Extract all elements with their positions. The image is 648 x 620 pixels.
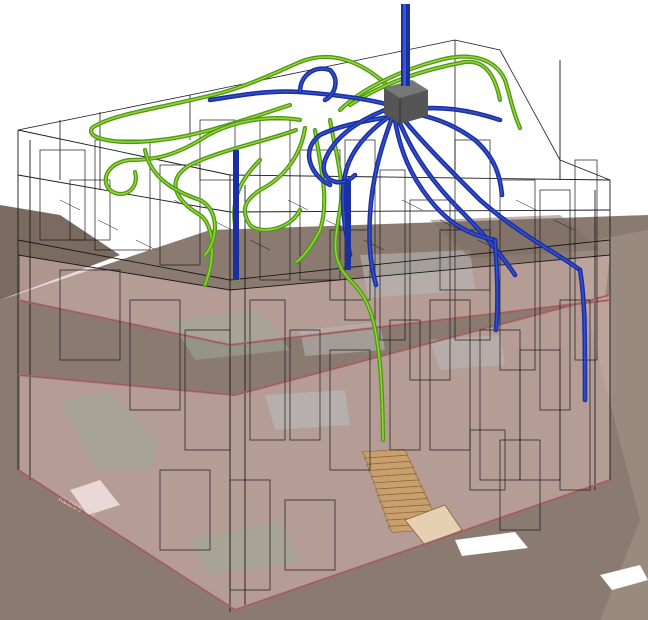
wall-edge: [515, 199, 537, 211]
green-duct-highlight: [90, 56, 389, 143]
building-model: KLOSS 0/2: [0, 4, 648, 620]
model-viewport[interactable]: KLOSS 0/2: [0, 0, 648, 620]
blue-riser-segment: [345, 180, 351, 270]
vertical-riser: [401, 4, 410, 86]
roof-edge: [499, 49, 561, 161]
blue-duct: [207, 89, 408, 113]
wall-edge: [229, 209, 611, 213]
wall-edge: [17, 129, 231, 176]
roof-edge: [454, 39, 501, 51]
ventilation-unit: [384, 80, 428, 124]
roof-edge: [559, 159, 611, 181]
wall-edge: [287, 199, 309, 211]
blue-riser-segment: [233, 150, 239, 280]
wall-edge: [229, 174, 611, 181]
roof-edge: [17, 94, 191, 131]
wall-edge: [97, 219, 119, 231]
green-duct: [89, 54, 391, 144]
wall-edge: [135, 239, 157, 251]
